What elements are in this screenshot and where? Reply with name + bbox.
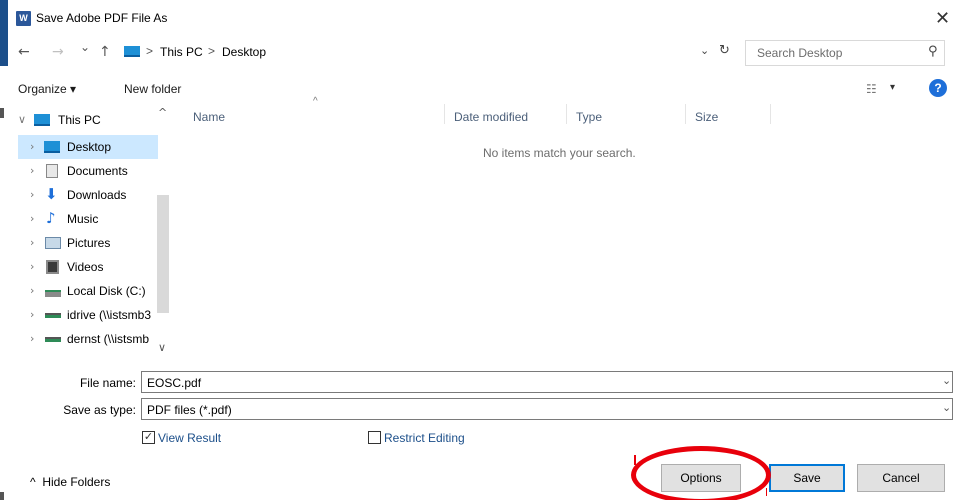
refresh-icon[interactable]: ↻ (719, 43, 730, 58)
title-bar: W Save Adobe PDF File As ✕ (0, 0, 953, 38)
view-options-icon[interactable]: ☷ (866, 82, 877, 96)
collapsed-chevron-icon[interactable]: › (30, 188, 34, 201)
pictures-icon (45, 237, 61, 249)
network-drive-icon (45, 337, 61, 342)
tree-item-label: dernst (\\istsmb (67, 332, 150, 346)
download-arrow-icon: ⬇ (45, 185, 58, 203)
tree-item-label: This PC (58, 113, 101, 127)
tree-item-label: Local Disk (C:) (67, 284, 146, 298)
collapsed-chevron-icon[interactable]: › (30, 284, 34, 297)
desktop-folder-icon (44, 141, 60, 153)
collapsed-chevron-icon[interactable]: › (30, 164, 34, 177)
column-header-name[interactable]: Name (193, 110, 225, 124)
close-icon[interactable]: ✕ (935, 8, 950, 29)
hide-folders-button[interactable]: ^ Hide Folders (30, 475, 110, 489)
cancel-button[interactable]: Cancel (857, 464, 945, 492)
file-name-value[interactable]: EOSC.pdf (147, 376, 201, 390)
window-title: Save Adobe PDF File As (36, 11, 168, 25)
collapsed-chevron-icon[interactable]: › (30, 260, 34, 273)
restrict-editing-label[interactable]: Restrict Editing (384, 431, 465, 445)
videos-icon (46, 260, 59, 274)
file-name-dropdown-icon[interactable]: ⌄ (942, 374, 951, 387)
file-name-label: File name: (79, 376, 136, 390)
recent-locations-chevron-icon[interactable]: ⌄ (80, 40, 90, 54)
column-header-date-modified[interactable]: Date modified (454, 110, 528, 124)
annotation-mark (634, 455, 636, 465)
view-result-checkbox[interactable]: ✓ (142, 431, 155, 444)
navigation-pane[interactable]: ∨ This PC › Desktop › Documents › ⬇ Down… (18, 104, 173, 360)
save-as-type-label: Save as type: (63, 403, 136, 417)
tree-item-music[interactable]: › ♪ Music (18, 207, 158, 231)
tree-item-local-disk[interactable]: › Local Disk (C:) (18, 279, 158, 303)
breadcrumb-desktop[interactable]: Desktop (222, 45, 266, 59)
tree-item-label: Videos (67, 260, 104, 274)
annotation-mark (766, 488, 767, 496)
window-left-edge-mark-bottom (0, 492, 4, 500)
sort-indicator-icon: ^ (313, 96, 318, 107)
collapsed-chevron-icon[interactable]: › (30, 332, 34, 345)
tree-item-desktop[interactable]: › Desktop (18, 135, 158, 159)
hard-drive-icon (45, 290, 61, 297)
tree-item-label: Desktop (67, 140, 112, 154)
tree-item-downloads[interactable]: › ⬇ Downloads (18, 183, 158, 207)
save-button[interactable]: Save (769, 464, 845, 492)
column-divider[interactable] (685, 104, 686, 124)
address-dropdown-icon[interactable]: ⌄ (700, 44, 709, 57)
breadcrumb-separator-icon: > (146, 44, 154, 58)
view-dropdown-icon[interactable]: ▾ (890, 82, 895, 93)
scroll-up-arrow-icon[interactable]: ^ (158, 106, 167, 119)
search-placeholder: Search Desktop (757, 46, 843, 60)
save-as-type-value[interactable]: PDF files (*.pdf) (147, 403, 232, 417)
word-app-icon: W (16, 11, 31, 26)
tree-item-label: Pictures (67, 236, 111, 250)
tree-item-label: Downloads (67, 188, 127, 202)
column-divider[interactable] (770, 104, 771, 124)
breadcrumb-separator-icon: > (208, 44, 216, 58)
new-folder-button[interactable]: New folder (124, 82, 181, 96)
search-icon[interactable]: ⚲ (928, 44, 938, 59)
options-button[interactable]: Options (661, 464, 741, 492)
restrict-editing-checkbox[interactable] (368, 431, 381, 444)
organize-button[interactable]: Organize ▾ (18, 82, 76, 96)
collapsed-chevron-icon[interactable]: › (30, 308, 34, 321)
this-pc-icon (124, 46, 140, 57)
file-name-input[interactable] (141, 371, 953, 393)
collapse-chevron-icon: ^ (30, 475, 36, 489)
view-result-label[interactable]: View Result (158, 431, 221, 445)
nav-pane-scrollbar-thumb[interactable] (157, 195, 169, 313)
tree-item-this-pc[interactable]: ∨ This PC (18, 108, 158, 132)
breadcrumb-this-pc[interactable]: This PC (160, 45, 203, 59)
tree-item-label: Music (67, 212, 99, 226)
column-header-type[interactable]: Type (576, 110, 602, 124)
network-drive-icon (45, 313, 61, 318)
tree-item-label: idrive (\\istsmb3 (67, 308, 152, 322)
tree-item-pictures[interactable]: › Pictures (18, 231, 158, 255)
tree-item-videos[interactable]: › Videos (18, 255, 158, 279)
collapsed-chevron-icon[interactable]: › (30, 140, 34, 153)
scroll-down-arrow-icon[interactable]: ∨ (158, 341, 166, 354)
computer-icon (34, 114, 50, 126)
back-arrow-icon[interactable]: ← (18, 44, 30, 60)
column-header-size[interactable]: Size (695, 110, 718, 124)
hide-folders-label: Hide Folders (42, 475, 111, 489)
save-as-type-select[interactable] (141, 398, 953, 420)
help-icon[interactable]: ? (929, 79, 947, 97)
up-arrow-icon[interactable]: ↑ (99, 44, 111, 60)
tree-item-idrive[interactable]: › idrive (\\istsmb3 (18, 303, 158, 327)
window-left-edge-mark (0, 108, 4, 118)
tree-item-documents[interactable]: › Documents (18, 159, 158, 183)
column-divider[interactable] (566, 104, 567, 124)
music-note-icon: ♪ (46, 209, 56, 227)
documents-icon (46, 164, 58, 178)
tree-item-dernst[interactable]: › dernst (\\istsmb (18, 327, 158, 351)
empty-results-message: No items match your search. (483, 146, 636, 160)
collapsed-chevron-icon[interactable]: › (30, 236, 34, 249)
save-as-type-dropdown-icon[interactable]: ⌄ (942, 401, 951, 414)
tree-item-label: Documents (67, 164, 128, 178)
forward-arrow-icon[interactable]: → (52, 44, 64, 60)
expanded-chevron-icon[interactable]: ∨ (18, 113, 26, 126)
column-divider[interactable] (444, 104, 445, 124)
collapsed-chevron-icon[interactable]: › (30, 212, 34, 225)
